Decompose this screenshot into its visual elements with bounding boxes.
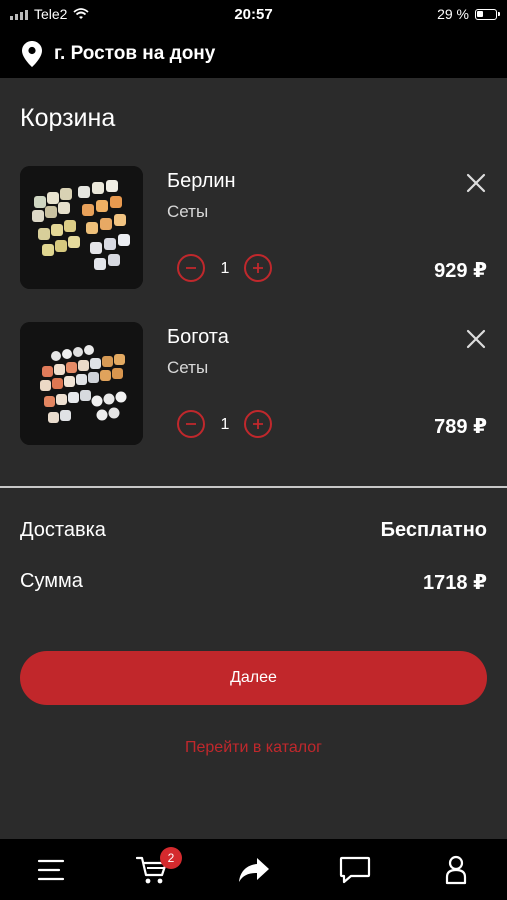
city-name: г. Ростов на дону: [54, 43, 216, 64]
remove-item-button[interactable]: [463, 326, 489, 352]
status-time: 20:57: [234, 6, 273, 23]
remove-item-button[interactable]: [463, 170, 489, 196]
increase-quantity-button[interactable]: [244, 254, 272, 282]
tab-bar: 2: [0, 839, 507, 900]
quantity-value: 1: [220, 416, 230, 433]
cart-item: Берлин Сеты 1 929 ₽: [0, 166, 507, 290]
delivery-value: Бесплатно: [380, 519, 487, 541]
status-bar: Tele2 20:57 29 %: [0, 0, 507, 30]
share-icon: [239, 858, 269, 882]
plus-icon: [253, 419, 263, 429]
next-button[interactable]: Далее: [20, 651, 487, 705]
product-image[interactable]: [20, 166, 143, 289]
decrease-quantity-button[interactable]: [177, 254, 205, 282]
tab-profile[interactable]: [439, 853, 473, 887]
product-category: Сеты: [167, 358, 209, 377]
increase-quantity-button[interactable]: [244, 410, 272, 438]
product-price: 789 ₽: [434, 416, 487, 438]
product-name: Берлин: [167, 170, 236, 192]
minus-icon: [186, 423, 196, 425]
map-pin-icon: [22, 41, 42, 67]
tab-share[interactable]: [237, 853, 271, 887]
status-right: 29 %: [437, 6, 500, 22]
delivery-row: Доставка Бесплатно: [20, 519, 487, 542]
product-image[interactable]: [20, 322, 143, 445]
close-icon: [466, 173, 486, 193]
decrease-quantity-button[interactable]: [177, 410, 205, 438]
location-bar[interactable]: г. Ростов на дону: [0, 30, 507, 78]
cart-item: Богота Сеты 1 789 ₽: [0, 322, 507, 446]
minus-icon: [186, 267, 196, 269]
tab-menu[interactable]: [34, 853, 68, 887]
battery-icon: [475, 8, 500, 20]
product-name: Богота: [167, 326, 229, 348]
plus-icon: [253, 263, 263, 273]
profile-icon: [445, 855, 467, 885]
total-value: 1718 ₽: [423, 572, 487, 594]
total-label: Сумма: [20, 570, 83, 592]
menu-icon: [37, 859, 65, 881]
total-row: Сумма 1718 ₽: [20, 570, 487, 595]
cart-count-badge: 2: [160, 847, 182, 869]
product-price: 929 ₽: [434, 260, 487, 282]
tab-chat[interactable]: [338, 853, 372, 887]
product-category: Сеты: [167, 202, 209, 221]
close-icon: [466, 329, 486, 349]
delivery-label: Доставка: [20, 519, 106, 541]
chat-icon: [339, 856, 371, 884]
divider: [0, 486, 507, 488]
quantity-value: 1: [220, 260, 230, 277]
go-to-catalog-link[interactable]: Перейти в каталог: [0, 739, 507, 757]
battery-percent: 29 %: [437, 6, 469, 22]
page-title: Корзина: [20, 104, 116, 132]
